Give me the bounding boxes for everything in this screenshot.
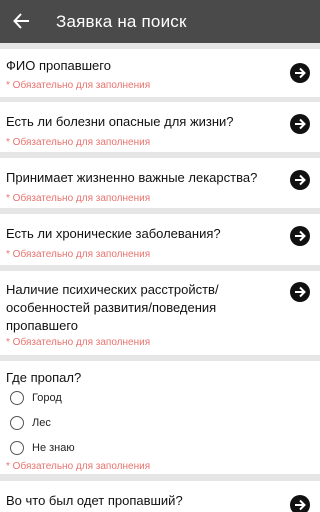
question-label: Есть ли хронические заболевания? [6, 226, 221, 241]
arrow-forward-icon[interactable] [290, 495, 310, 512]
radio-circle[interactable] [10, 441, 24, 455]
radio-label: Лес [32, 417, 51, 429]
radio-label: Город [32, 392, 62, 404]
arrow-forward-icon[interactable] [290, 282, 310, 302]
question-label: Есть ли болезни опасные для жизни? [6, 114, 234, 129]
radio-circle[interactable] [10, 391, 24, 405]
question-label: Где пропал? [6, 370, 82, 385]
arrow-forward-icon[interactable] [290, 63, 310, 83]
arrow-forward-icon[interactable] [290, 114, 310, 134]
radio-label: Не знаю [32, 442, 75, 454]
required-hint: * Обязательно для заполнения [6, 193, 151, 204]
radio-circle[interactable] [10, 416, 24, 430]
question-label: Во что был одет пропавший? [6, 493, 183, 508]
required-hint: * Обязательно для заполнения [6, 461, 151, 472]
form-list[interactable]: ФИО пропавшего * Обязательно для заполне… [0, 43, 320, 512]
question-card-where-lost[interactable]: Где пропал? Город Лес Не знаю * Обязател… [0, 361, 320, 474]
required-hint: * Обязательно для заполнения [6, 137, 151, 148]
required-hint: * Обязательно для заполнения [6, 249, 151, 260]
app-bar: Заявка на поиск [0, 0, 320, 43]
question-card-dangerous-diseases[interactable]: Есть ли болезни опасные для жизни? * Обя… [0, 102, 320, 152]
question-label: Наличие психических расстройств/ особенн… [6, 282, 219, 333]
required-hint: * Обязательно для заполнения [6, 337, 151, 348]
question-card-full-name[interactable]: ФИО пропавшего * Обязательно для заполне… [0, 49, 320, 97]
question-card-chronic-diseases[interactable]: Есть ли хронические заболевания? * Обяза… [0, 214, 320, 265]
arrow-forward-icon[interactable] [290, 170, 310, 190]
question-card-mental-disorders[interactable]: Наличие психических расстройств/ особенн… [0, 271, 320, 355]
arrow-back-icon[interactable] [12, 11, 32, 31]
question-label: Принимает жизненно важные лекарства? [6, 170, 258, 185]
question-card-clothing[interactable]: Во что был одет пропавший? [0, 481, 320, 512]
arrow-forward-icon[interactable] [290, 226, 310, 246]
required-hint: * Обязательно для заполнения [6, 80, 151, 91]
question-card-vital-medicines[interactable]: Принимает жизненно важные лекарства? * О… [0, 158, 320, 208]
question-label: ФИО пропавшего [6, 58, 111, 73]
page-title: Заявка на поиск [56, 12, 187, 31]
